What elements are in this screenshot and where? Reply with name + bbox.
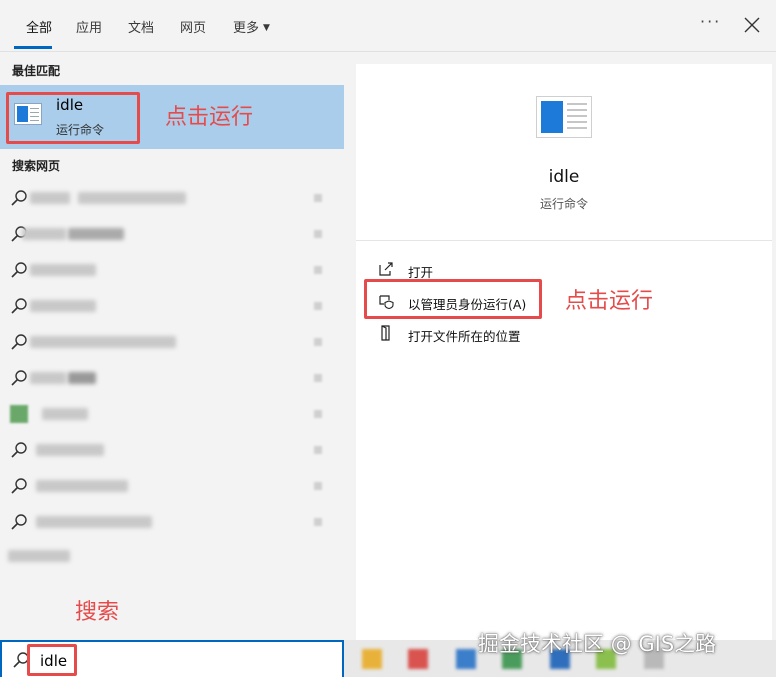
tab-all[interactable]: 全部	[26, 17, 52, 36]
search-icon	[11, 190, 27, 206]
list-item[interactable]	[0, 541, 344, 575]
annotation-best-match-box	[6, 92, 140, 144]
search-icon	[11, 370, 27, 386]
list-item[interactable]	[0, 181, 344, 215]
run-command-icon	[536, 96, 592, 138]
open-action[interactable]: 打开	[378, 259, 578, 281]
watermark: 掘金技术社区 @ GIS之路	[478, 632, 717, 656]
list-item[interactable]	[0, 253, 344, 287]
open-file-location-action[interactable]: 打开文件所在的位置	[378, 323, 598, 345]
taskbar-app-icon[interactable]	[456, 649, 476, 669]
site-favicon-icon	[10, 405, 28, 423]
search-icon	[11, 442, 27, 458]
search-icon	[11, 298, 27, 314]
list-item[interactable]	[0, 469, 344, 503]
taskbar-app-icon[interactable]	[408, 649, 428, 669]
details-panel: idle 运行命令 打开 以管理员身份运行(A) 打开文件所在的位置	[356, 64, 772, 640]
search-icon	[11, 478, 27, 494]
annotation-search-box	[27, 644, 77, 676]
list-item[interactable]	[0, 397, 344, 431]
search-tab-bar: 全部 应用 文档 网页 更多 ▼ ···	[0, 0, 776, 52]
web-search-heading: 搜索网页	[12, 159, 61, 173]
file-explorer-icon[interactable]	[362, 649, 382, 669]
search-icon	[11, 514, 27, 530]
list-item[interactable]	[0, 289, 344, 323]
chevron-down-icon: ▼	[263, 23, 270, 33]
annotation-run-click-1: 点击运行	[165, 105, 254, 130]
search-input[interactable]	[40, 650, 320, 672]
tab-apps[interactable]: 应用	[76, 17, 102, 36]
search-icon	[11, 262, 27, 278]
app-type: 运行命令	[539, 197, 588, 211]
close-icon[interactable]	[741, 14, 763, 36]
open-file-location-label: 打开文件所在的位置	[408, 329, 521, 344]
annotation-run-click-2: 点击运行	[565, 289, 654, 314]
list-item[interactable]	[0, 361, 344, 395]
tab-more-label: 更多	[233, 21, 260, 36]
list-item[interactable]	[0, 433, 344, 467]
annotation-search-label: 搜索	[75, 600, 120, 625]
list-item[interactable]	[0, 325, 344, 359]
list-item[interactable]	[0, 505, 344, 539]
active-tab-indicator	[14, 46, 52, 49]
more-options-icon[interactable]: ···	[700, 12, 721, 31]
best-match-heading: 最佳匹配	[12, 64, 61, 78]
search-icon	[11, 334, 27, 350]
list-item[interactable]	[0, 217, 344, 251]
tab-documents[interactable]: 文档	[128, 17, 154, 36]
file-location-icon	[381, 325, 390, 341]
app-title: idle	[548, 167, 580, 187]
open-icon	[379, 262, 393, 276]
tab-more[interactable]: 更多 ▼	[233, 17, 270, 36]
divider	[356, 240, 772, 241]
annotation-admin-box	[364, 279, 542, 319]
tab-web[interactable]: 网页	[180, 17, 206, 36]
